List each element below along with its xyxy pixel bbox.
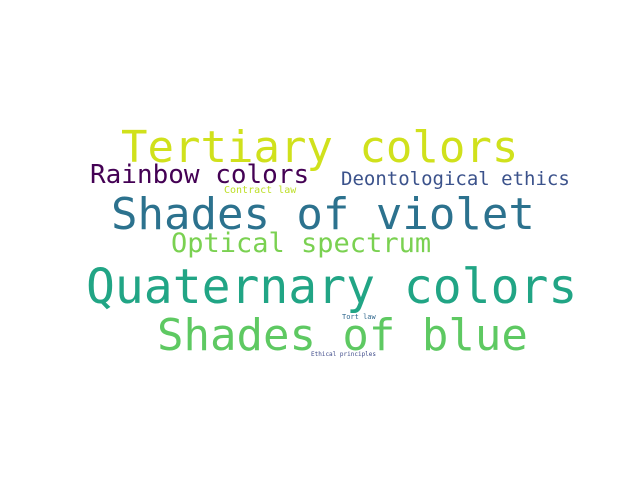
word-ethical-principles: Ethical principles — [311, 351, 377, 358]
word-deontological-ethics: Deontological ethics — [341, 168, 570, 190]
word-quaternary-colors: Quaternary colors — [86, 259, 578, 315]
word-cloud: Tertiary colors Rainbow colors Deontolog… — [0, 0, 640, 480]
word-optical-spectrum: Optical spectrum — [171, 228, 432, 259]
